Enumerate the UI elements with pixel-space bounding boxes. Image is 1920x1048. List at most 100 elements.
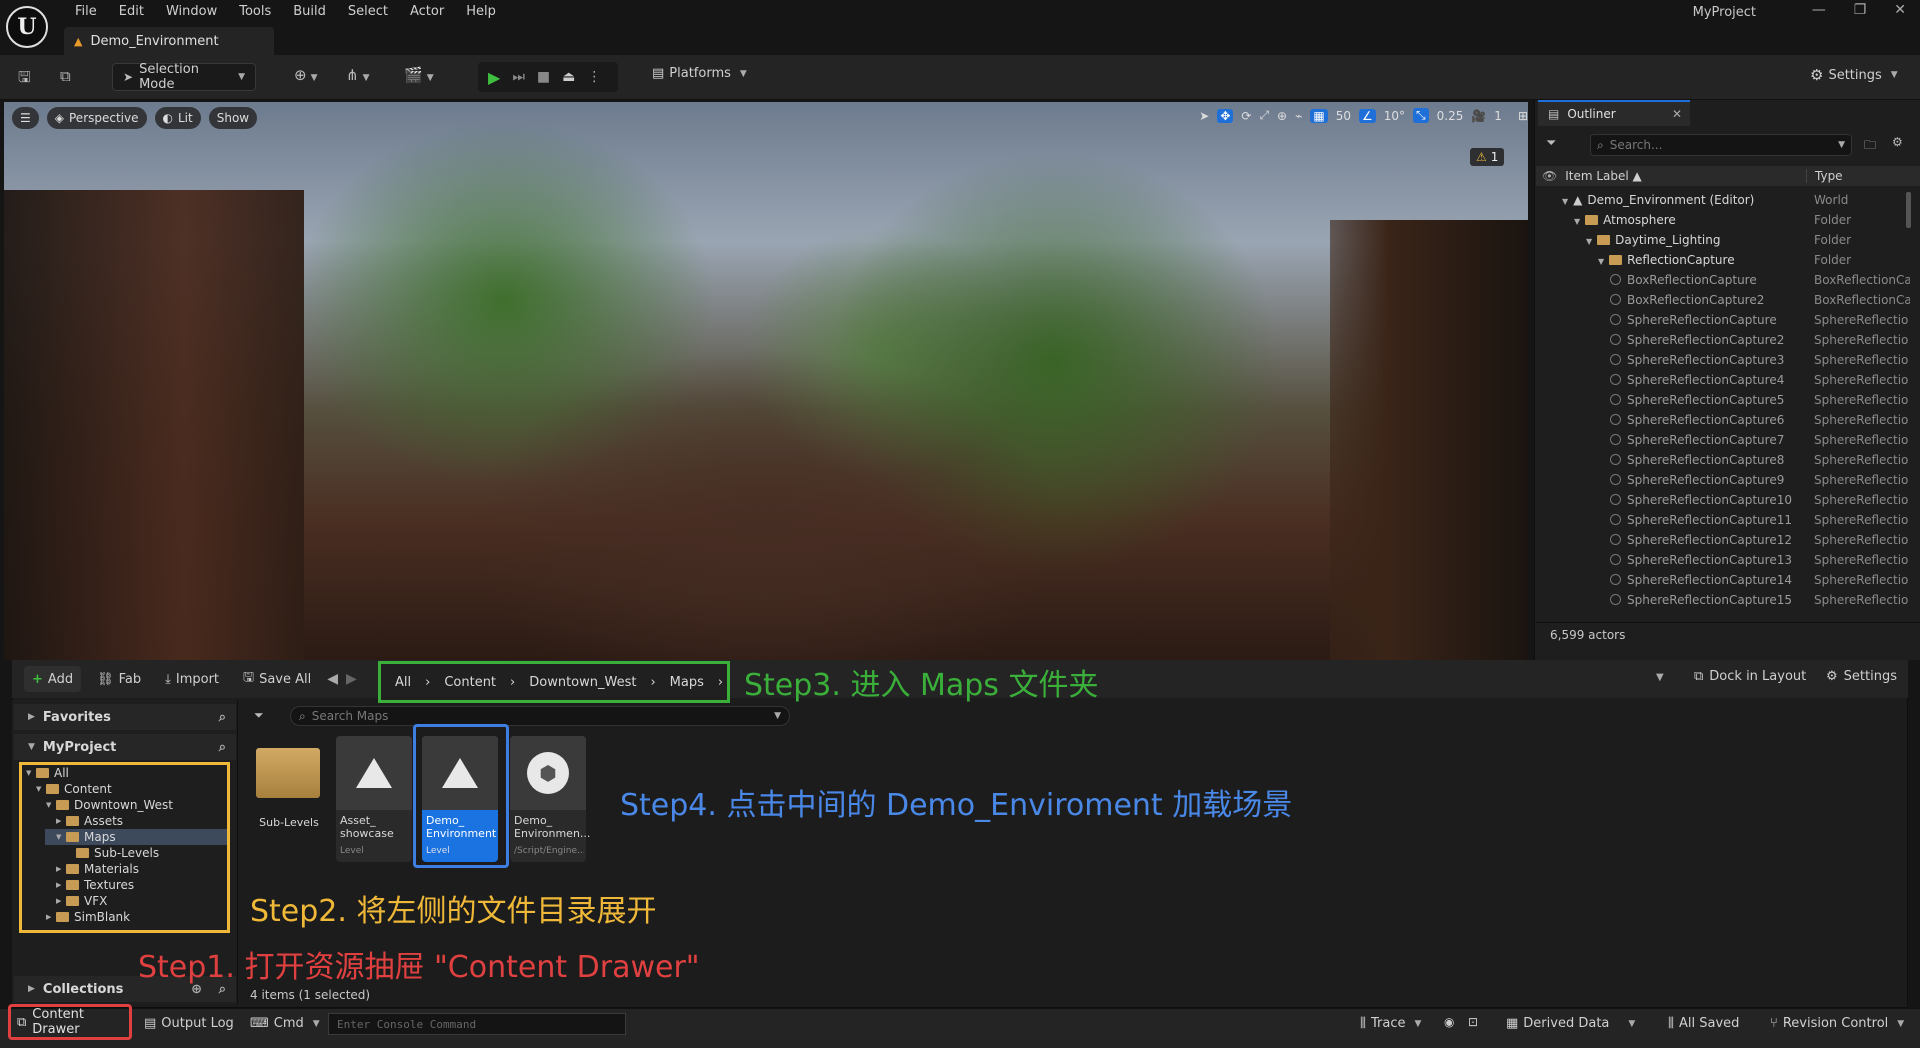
chevron-right-icon[interactable]: ▶ <box>46 913 56 921</box>
type-column-header[interactable]: Type <box>1806 169 1843 183</box>
asset-tile-sub-levels[interactable]: Sub-Levels <box>250 736 326 862</box>
rotation-snap-icon[interactable]: ∠ <box>1358 108 1376 123</box>
outliner-row[interactable]: SphereReflectionCapture8 SphereReflectio <box>1536 450 1910 470</box>
outliner-row[interactable]: SphereReflectionCapture5 SphereReflectio <box>1536 390 1910 410</box>
grid-snap-icon[interactable]: ▦ <box>1310 108 1328 123</box>
folder-tree-item[interactable]: ▼ Maps <box>45 829 227 845</box>
outliner-row[interactable]: SphereReflectionCapture2 SphereReflectio <box>1536 330 1910 350</box>
folder-tree-item[interactable]: ▶ SimBlank <box>46 909 130 925</box>
filter-icon[interactable]: ⏷ <box>1546 136 1556 151</box>
camera-speed-icon[interactable]: 🎥 <box>1471 109 1486 123</box>
outliner-row[interactable]: SphereReflectionCapture9 SphereReflectio <box>1536 470 1910 490</box>
folder-tree-item[interactable]: ▶ Textures <box>56 877 134 893</box>
play-icon[interactable]: ▶ <box>488 68 500 87</box>
unreal-logo-icon[interactable]: U <box>6 6 48 48</box>
output-log-button[interactable]: ▤ Output Log <box>144 1016 234 1031</box>
blueprint-icon[interactable]: ⋔ ▼ <box>346 66 370 84</box>
outliner-row[interactable]: BoxReflectionCapture BoxReflectionCa <box>1536 270 1910 290</box>
outliner-row[interactable]: BoxReflectionCapture2 BoxReflectionCa <box>1536 290 1910 310</box>
eject-icon[interactable]: ⏏ <box>562 69 575 85</box>
fab-button[interactable]: ⛓ Fab <box>89 666 149 692</box>
grid-snap-value[interactable]: 50 <box>1336 109 1351 123</box>
project-header[interactable]: ▼ MyProject ⌕ <box>14 734 236 760</box>
asset-tile-demo-environment-world[interactable]: ⬢ Demo_ Environmen... /Script/Engine... <box>510 736 590 862</box>
outliner-row[interactable]: SphereReflectionCapture12 SphereReflectio <box>1536 530 1910 550</box>
folder-tree-item[interactable]: ▼ Content <box>36 781 112 797</box>
menu-window[interactable]: Window <box>155 0 228 24</box>
more-icon[interactable]: ⋮ <box>587 69 601 85</box>
chevron-down-icon[interactable]: ▼ <box>26 769 36 777</box>
surface-snap-icon[interactable]: ⌁ <box>1295 109 1302 123</box>
outliner-row[interactable]: SphereReflectionCapture15 SphereReflectio <box>1536 590 1910 610</box>
rotate-tool-icon[interactable]: ⟳ <box>1241 109 1251 123</box>
breadcrumb-content[interactable]: Content <box>444 675 496 690</box>
breadcrumb-downtown-west[interactable]: Downtown_West <box>529 675 636 690</box>
gear-icon[interactable]: ⚙ <box>1892 135 1903 149</box>
chevron-right-icon[interactable]: ▶ <box>56 817 66 825</box>
outliner-row[interactable]: SphereReflectionCapture6 SphereReflectio <box>1536 410 1910 430</box>
camera-speed-value[interactable]: 1 <box>1494 109 1502 123</box>
menu-actor[interactable]: Actor <box>399 0 455 24</box>
folder-tree-item[interactable]: ▶ Materials <box>56 861 139 877</box>
outliner-scrollbar[interactable] <box>1906 192 1911 228</box>
folder-tree-item[interactable]: ▼ Downtown_West <box>46 797 173 813</box>
import-button[interactable]: ⤓ Import <box>157 666 227 692</box>
perspective-button[interactable]: ◈ Perspective <box>46 107 147 129</box>
all-saved-button[interactable]: ⫼ All Saved <box>1668 1016 1739 1031</box>
translate-tool-icon[interactable]: ✥ <box>1217 108 1234 123</box>
revision-control-dropdown[interactable]: ⑂ Revision Control ▼ <box>1770 1016 1904 1031</box>
folder-tree-item[interactable]: ▼ All <box>26 765 69 781</box>
add-button[interactable]: + Add <box>24 666 82 692</box>
outliner-row[interactable]: SphereReflectionCapture4 SphereReflectio <box>1536 370 1910 390</box>
minimize-icon[interactable]: — <box>1812 2 1826 18</box>
selection-mode-dropdown[interactable]: ➤ Selection Mode ▼ <box>112 62 256 92</box>
scale-tool-icon[interactable]: ⤢ <box>1259 108 1269 123</box>
outliner-row[interactable]: ▼ ReflectionCapture Folder <box>1536 250 1910 270</box>
chevron-down-icon[interactable]: ▼ <box>1574 217 1580 226</box>
chevron-down-icon[interactable]: ▼ <box>1562 197 1568 206</box>
select-tool-icon[interactable]: ➤ <box>1199 109 1209 123</box>
trace-dropdown[interactable]: ⫼ Trace ▼ <box>1360 1016 1421 1031</box>
chevron-down-icon[interactable]: ▼ <box>1598 257 1604 266</box>
dock-in-layout-button[interactable]: ⧉ Dock in Layout <box>1694 669 1806 684</box>
chevron-right-icon[interactable]: ▶ <box>56 881 66 889</box>
record-icon[interactable]: ◉ <box>1444 1015 1454 1029</box>
drawer-settings-button[interactable]: ⚙ Settings <box>1826 669 1897 684</box>
world-local-icon[interactable]: ⊕ <box>1277 109 1287 123</box>
outliner-search-input[interactable]: ⌕ Search... ▼ <box>1590 134 1852 156</box>
scale-snap-value[interactable]: 0.25 <box>1437 109 1464 123</box>
outliner-row[interactable]: SphereReflectionCapture SphereReflectio <box>1536 310 1910 330</box>
asset-tile-asset-showcase[interactable]: Asset_ showcase Level <box>336 736 412 862</box>
menu-help[interactable]: Help <box>455 0 507 24</box>
outliner-row[interactable]: SphereReflectionCapture7 SphereReflectio <box>1536 430 1910 450</box>
show-button[interactable]: Show <box>208 107 258 129</box>
save-icon[interactable]: 🖫 <box>18 67 31 92</box>
document-tab[interactable]: ▲ Demo_Environment <box>64 27 274 55</box>
console-input[interactable]: Enter Console Command <box>328 1013 626 1035</box>
screenshot-icon[interactable]: ⊡ <box>1468 1015 1478 1029</box>
folder-tree-item[interactable]: Sub-Levels <box>66 845 159 861</box>
chevron-down-icon[interactable]: ▼ <box>36 785 46 793</box>
derived-data-dropdown[interactable]: ▦ Derived Data ▼ <box>1506 1016 1635 1031</box>
restore-icon[interactable]: ❐ <box>1854 2 1867 18</box>
menu-file[interactable]: File <box>64 0 108 24</box>
chevron-right-icon[interactable]: › <box>718 675 723 690</box>
favorites-header[interactable]: ▶ Favorites ⌕ <box>14 704 236 730</box>
chevron-down-icon[interactable]: ▼ <box>56 833 66 841</box>
save-all-button[interactable]: 🖫 Save All <box>235 666 319 692</box>
chevron-down-icon[interactable]: ▼ <box>46 801 56 809</box>
add-folder-icon[interactable]: 🗀 <box>1864 136 1876 157</box>
chevron-right-icon[interactable]: ▶ <box>56 897 66 905</box>
folder-tree-item[interactable]: ▶ VFX <box>56 893 107 909</box>
search-icon[interactable]: ⌕ <box>219 710 226 725</box>
breadcrumb-all[interactable]: All <box>395 675 411 690</box>
cmd-dropdown[interactable]: ⌨ Cmd ▼ <box>250 1016 320 1031</box>
content-drawer-button[interactable]: ⧉ Content Drawer <box>8 1004 132 1040</box>
outliner-tab[interactable]: ▤ Outliner ✕ <box>1538 100 1690 126</box>
cinematics-icon[interactable]: 🎬 ▼ <box>404 66 434 84</box>
lit-button[interactable]: ◐ Lit <box>154 107 201 129</box>
add-actor-icon[interactable]: ⊕ ▼ <box>294 66 318 84</box>
close-icon[interactable]: ✕ <box>1894 2 1906 18</box>
outliner-row[interactable]: ▼ Atmosphere Folder <box>1536 210 1910 230</box>
item-label-column-header[interactable]: Item Label ▲ <box>1565 169 1642 183</box>
